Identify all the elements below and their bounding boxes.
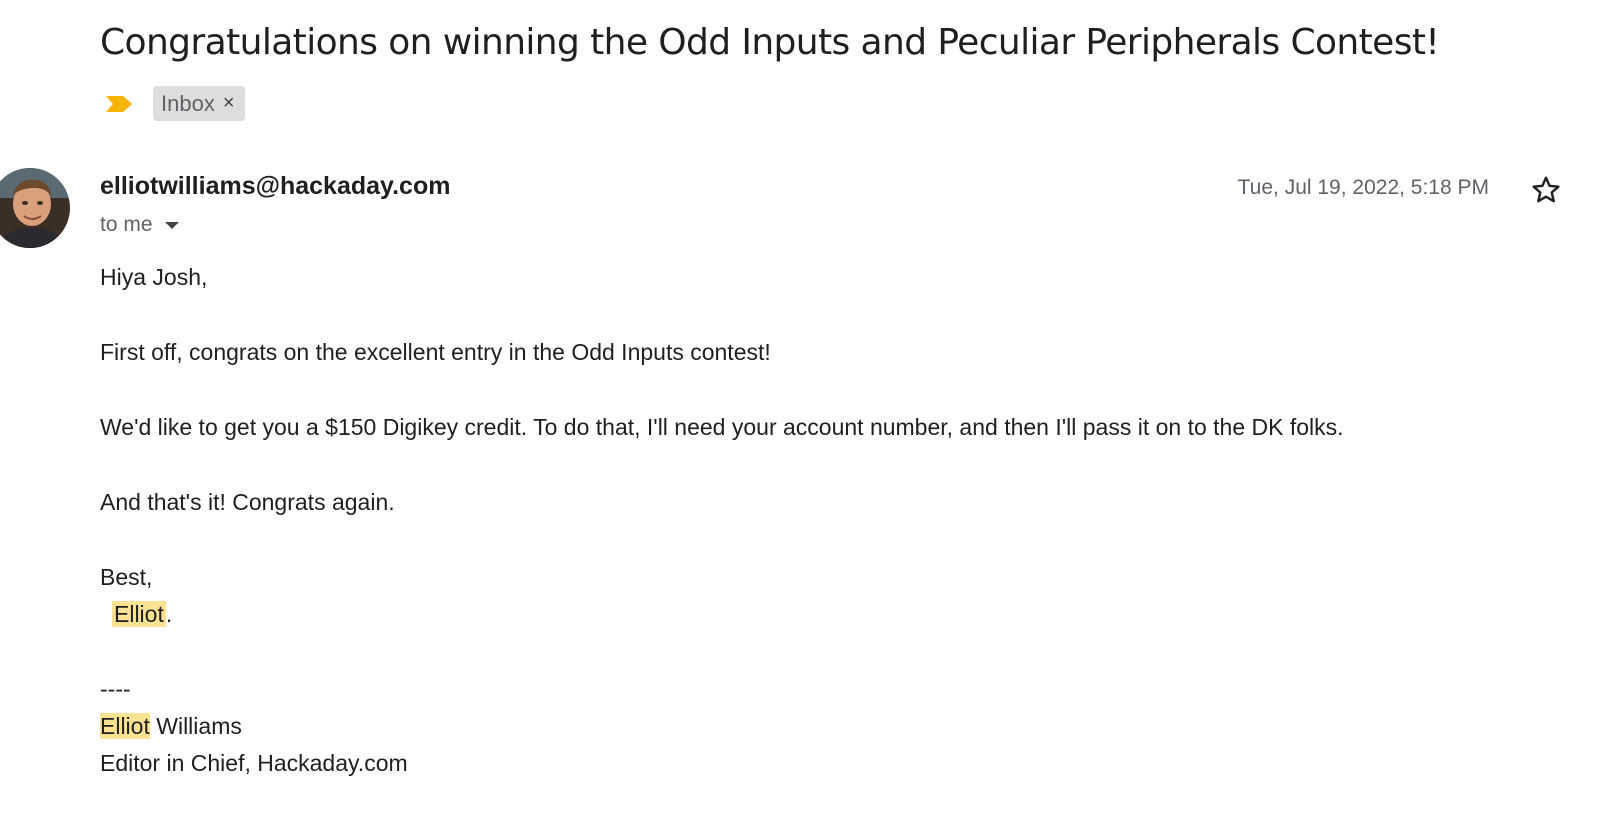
signature-lastname: Williams <box>149 713 242 739</box>
signature-title: Editor in Chief, Hackaday.com <box>100 750 408 776</box>
signoff: Elliot. <box>112 601 172 628</box>
signoff-punctuation: . <box>165 601 173 627</box>
recipient-label: to me <box>100 213 153 236</box>
highlighted-name: Elliot <box>100 713 150 739</box>
email-subject: Congratulations on winning the Odd Input… <box>100 22 1440 63</box>
importance-marker-icon[interactable] <box>106 94 134 114</box>
caret-down-icon[interactable] <box>164 221 179 229</box>
closing: Best, <box>100 564 153 590</box>
highlighted-name: Elliot <box>112 601 166 627</box>
signature-name: Elliot Williams <box>100 713 242 740</box>
inbox-label-chip: Inbox × <box>153 86 245 121</box>
signature-separator: ---- <box>100 676 131 702</box>
star-outline-icon[interactable] <box>1530 174 1562 206</box>
email-date: Tue, Jul 19, 2022, 5:18 PM <box>1237 176 1489 199</box>
greeting: Hiya Josh, <box>100 264 208 290</box>
sender-avatar[interactable] <box>0 168 70 248</box>
remove-label-button[interactable]: × <box>223 92 235 115</box>
recipient-details-toggle[interactable]: to me <box>100 213 179 237</box>
inbox-label: Inbox <box>161 90 215 116</box>
body-paragraph: We'd like to get you a $150 Digikey cred… <box>100 414 1344 440</box>
body-paragraph: And that's it! Congrats again. <box>100 489 395 515</box>
avatar-photo <box>0 168 70 248</box>
sender-address[interactable]: elliotwilliams@hackaday.com <box>100 172 450 201</box>
body-paragraph: First off, congrats on the excellent ent… <box>100 339 771 365</box>
